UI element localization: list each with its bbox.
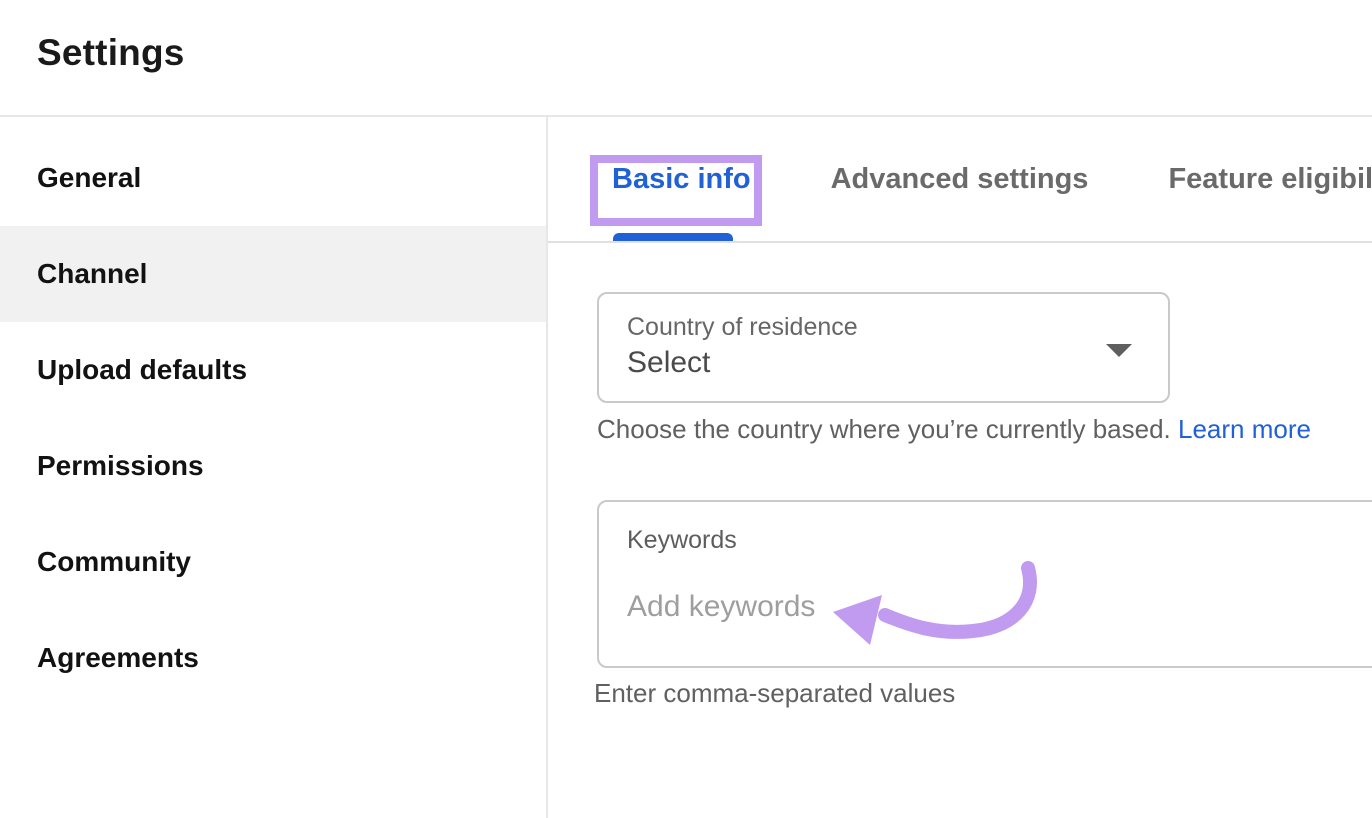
sidebar-item-agreements[interactable]: Agreements [0, 610, 546, 706]
sidebar-item-label: Community [37, 546, 191, 578]
country-helper-text: Choose the country where you’re currentl… [597, 414, 1311, 445]
sidebar-item-general[interactable]: General [0, 130, 546, 226]
sidebar-item-permissions[interactable]: Permissions [0, 418, 546, 514]
sidebar-item-label: Channel [37, 258, 147, 290]
tab-basic-info[interactable]: Basic info [612, 163, 751, 196]
settings-sidebar: General Channel Upload defaults Permissi… [0, 130, 546, 706]
keywords-field-label: Keywords [627, 526, 737, 555]
keywords-placeholder: Add keywords [627, 590, 815, 624]
keywords-input[interactable]: Keywords Add keywords [597, 500, 1372, 668]
sidebar-item-community[interactable]: Community [0, 514, 546, 610]
page-title: Settings [37, 32, 185, 74]
tab-feature-eligibility[interactable]: Feature eligibility [1168, 163, 1372, 196]
sidebar-item-label: General [37, 162, 141, 194]
keywords-helper-text: Enter comma-separated values [594, 678, 955, 709]
tab-advanced-settings[interactable]: Advanced settings [831, 163, 1089, 196]
caret-down-icon [1106, 344, 1132, 357]
country-dropdown-label: Country of residence [627, 313, 858, 342]
sidebar-item-label: Agreements [37, 642, 199, 674]
tab-bar: Basic info Advanced settings Feature eli… [548, 116, 1372, 242]
tab-bar-divider [548, 241, 1372, 243]
sidebar-item-label: Permissions [37, 450, 204, 482]
learn-more-link[interactable]: Learn more [1178, 414, 1311, 444]
sidebar-item-upload-defaults[interactable]: Upload defaults [0, 322, 546, 418]
country-helper-label: Choose the country where you’re currentl… [597, 414, 1178, 444]
country-dropdown-value: Select [627, 346, 710, 380]
sidebar-item-label: Upload defaults [37, 354, 247, 386]
sidebar-item-channel[interactable]: Channel [0, 226, 546, 322]
country-of-residence-dropdown[interactable]: Country of residence Select [597, 292, 1170, 403]
